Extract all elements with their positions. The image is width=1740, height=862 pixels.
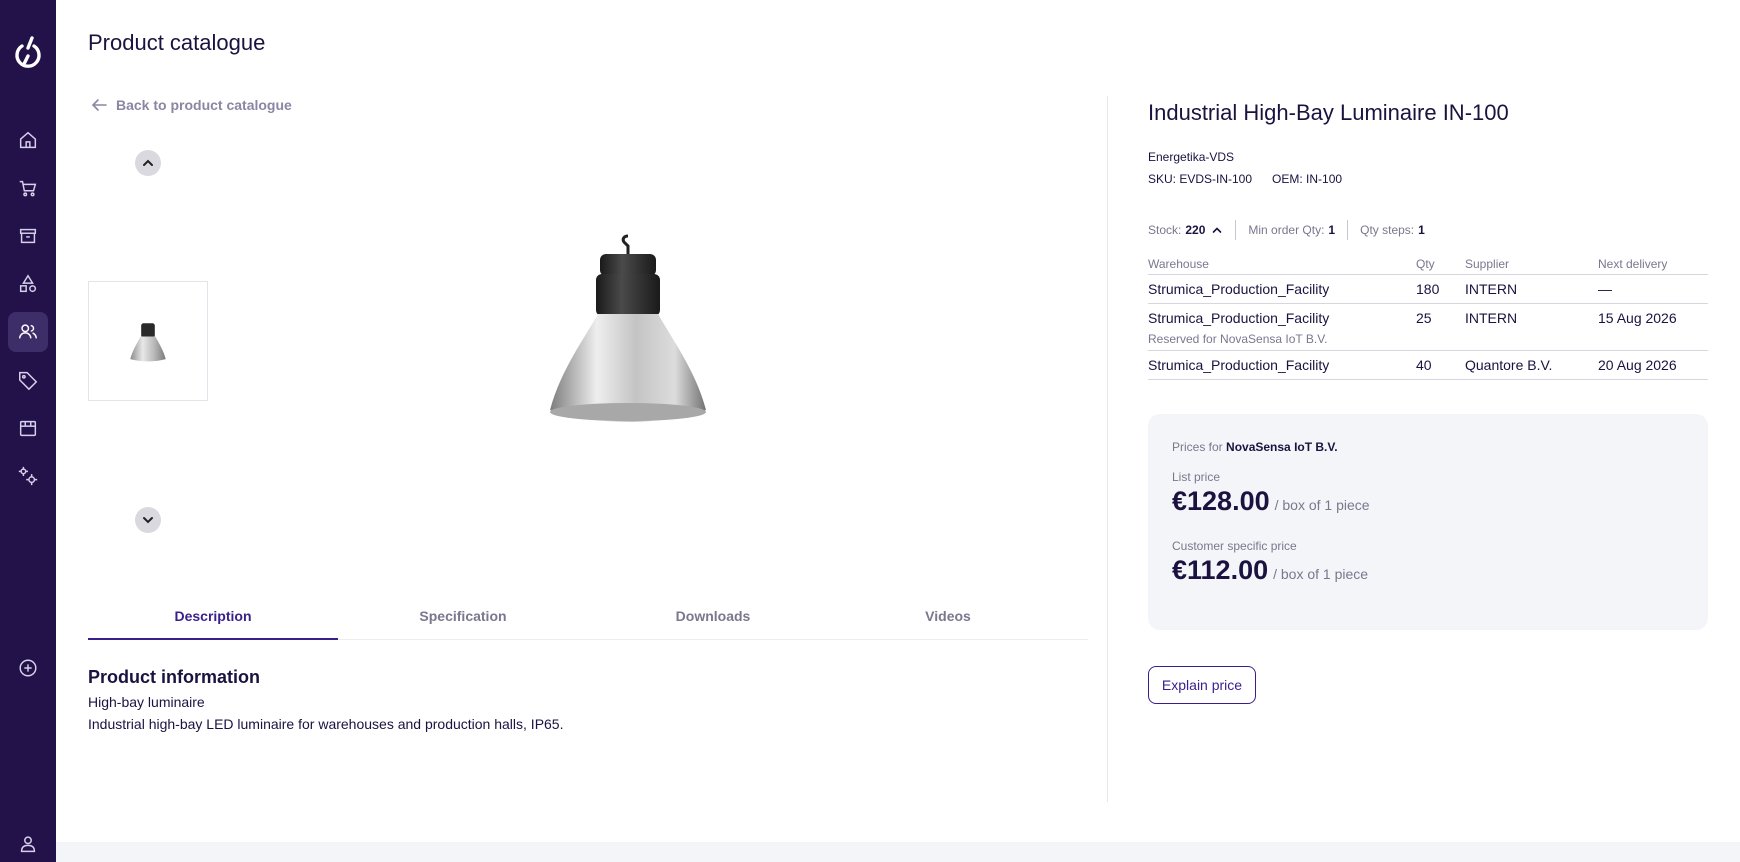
- luminaire-thumbnail-image: [130, 323, 166, 362]
- warehouse-name: Strumica_Production_Facility: [1148, 357, 1330, 373]
- user-icon[interactable]: [8, 826, 48, 862]
- tab-specification[interactable]: Specification: [338, 598, 588, 640]
- table-row: Strumica_Production_Facility 180 INTERN …: [1148, 275, 1708, 304]
- arrow-left-icon: [91, 99, 107, 111]
- qty-steps-value: 1: [1418, 223, 1425, 237]
- prices-for-label: Prices for: [1172, 440, 1223, 454]
- product-title: Industrial High-Bay Luminaire IN-100: [1148, 100, 1509, 125]
- warehouse-next-delivery: —: [1598, 281, 1612, 297]
- column-divider: [1107, 96, 1108, 802]
- warehouse-supplier: INTERN: [1465, 310, 1518, 326]
- product-main-image: [550, 234, 706, 422]
- cart-icon[interactable]: [8, 168, 48, 208]
- column-header-next-delivery: Next delivery: [1598, 257, 1668, 271]
- tab-downloads[interactable]: Downloads: [588, 598, 838, 640]
- product-tabs: Description Specification Downloads Vide…: [88, 598, 1088, 640]
- back-link-label: Back to product catalogue: [116, 97, 292, 113]
- table-row: Strumica_Production_Facility 25 INTERN 1…: [1148, 304, 1708, 351]
- warehouse-supplier: Quantore B.V.: [1465, 357, 1553, 373]
- sidebar: [0, 0, 56, 862]
- warehouse-next-delivery: 20 Aug 2026: [1598, 357, 1677, 373]
- list-price-label: List price: [1172, 470, 1221, 484]
- warehouse-next-delivery: 15 Aug 2026: [1598, 310, 1677, 326]
- page-title: Product catalogue: [88, 30, 266, 55]
- list-price-unit: / box of 1 piece: [1274, 497, 1370, 513]
- product-brand: Energetika-VDS: [1148, 150, 1235, 164]
- qty-steps-label: Qty steps:: [1360, 223, 1415, 237]
- table-header: Warehouse Qty Supplier Next delivery: [1148, 255, 1708, 275]
- separator: [1347, 220, 1349, 240]
- stock-summary: Stock: 220 Min order Qty: 1 Qty steps: 1: [1148, 220, 1425, 240]
- chevron-up-icon[interactable]: [1211, 224, 1223, 236]
- settings-icon[interactable]: [8, 456, 48, 496]
- customer-price-unit: / box of 1 piece: [1273, 566, 1369, 582]
- min-order-label: Min order Qty:: [1248, 223, 1325, 237]
- reserved-note: Reserved for NovaSensa IoT B.V.: [1148, 332, 1328, 346]
- product-description: Industrial high-bay LED luminaire for wa…: [88, 716, 564, 732]
- price-card: Prices for NovaSensa IoT B.V. List price…: [1148, 414, 1708, 630]
- warehouse-name: Strumica_Production_Facility: [1148, 281, 1330, 297]
- stock-label: Stock:: [1148, 223, 1182, 237]
- store-icon[interactable]: [8, 408, 48, 448]
- archive-icon[interactable]: [8, 216, 48, 256]
- gallery-scroll-up-button[interactable]: [135, 150, 161, 176]
- prices-for: Prices for NovaSensa IoT B.V.: [1172, 440, 1338, 454]
- column-header-supplier: Supplier: [1465, 257, 1510, 271]
- warehouse-table: Warehouse Qty Supplier Next delivery Str…: [1148, 255, 1708, 380]
- product-sku: SKU: EVDS-IN-100: [1148, 172, 1253, 186]
- warehouse-supplier: INTERN: [1465, 281, 1518, 297]
- back-link[interactable]: Back to product catalogue: [90, 96, 292, 114]
- stock-value: 220: [1185, 223, 1206, 237]
- table-row: Strumica_Production_Facility 40 Quantore…: [1148, 351, 1708, 380]
- customer-price-label: Customer specific price: [1172, 539, 1297, 553]
- warehouse-qty: 180: [1416, 281, 1440, 297]
- tag-icon[interactable]: [8, 360, 48, 400]
- warehouse-qty: 25: [1416, 310, 1432, 326]
- product-thumbnail[interactable]: [88, 281, 208, 401]
- product-oem: OEM: IN-100: [1272, 172, 1343, 186]
- chevron-up-icon: [143, 159, 153, 166]
- product-subtitle: High-bay luminaire: [88, 694, 205, 710]
- customer-price-amount: €112.00: [1172, 555, 1269, 585]
- warehouse-qty: 40: [1416, 357, 1432, 373]
- footer-strip: [56, 842, 1740, 862]
- app-logo-icon[interactable]: [12, 34, 44, 72]
- product-identifiers: SKU: EVDS-IN-100 OEM: IN-100: [1148, 172, 1342, 186]
- column-header-qty: Qty: [1416, 257, 1435, 271]
- chevron-down-icon: [143, 517, 153, 524]
- users-icon[interactable]: [8, 312, 48, 352]
- warehouse-name: Strumica_Production_Facility: [1148, 310, 1330, 326]
- product-information-heading: Product information: [88, 667, 260, 687]
- gallery-scroll-down-button[interactable]: [135, 507, 161, 533]
- min-order-value: 1: [1328, 223, 1336, 237]
- list-price: €128.00 / box of 1 piece: [1172, 486, 1370, 517]
- explain-price-button[interactable]: Explain price: [1148, 666, 1256, 704]
- prices-for-customer: NovaSensa IoT B.V.: [1226, 440, 1338, 454]
- tab-videos[interactable]: Videos: [823, 598, 1073, 640]
- shapes-icon[interactable]: [8, 264, 48, 304]
- tab-description[interactable]: Description: [88, 598, 338, 640]
- separator: [1235, 220, 1237, 240]
- column-header-warehouse: Warehouse: [1148, 257, 1209, 271]
- customer-price: €112.00 / box of 1 piece: [1172, 555, 1368, 586]
- home-icon[interactable]: [8, 120, 48, 160]
- add-circle-icon[interactable]: [8, 648, 48, 688]
- list-price-amount: €128.00: [1172, 486, 1270, 516]
